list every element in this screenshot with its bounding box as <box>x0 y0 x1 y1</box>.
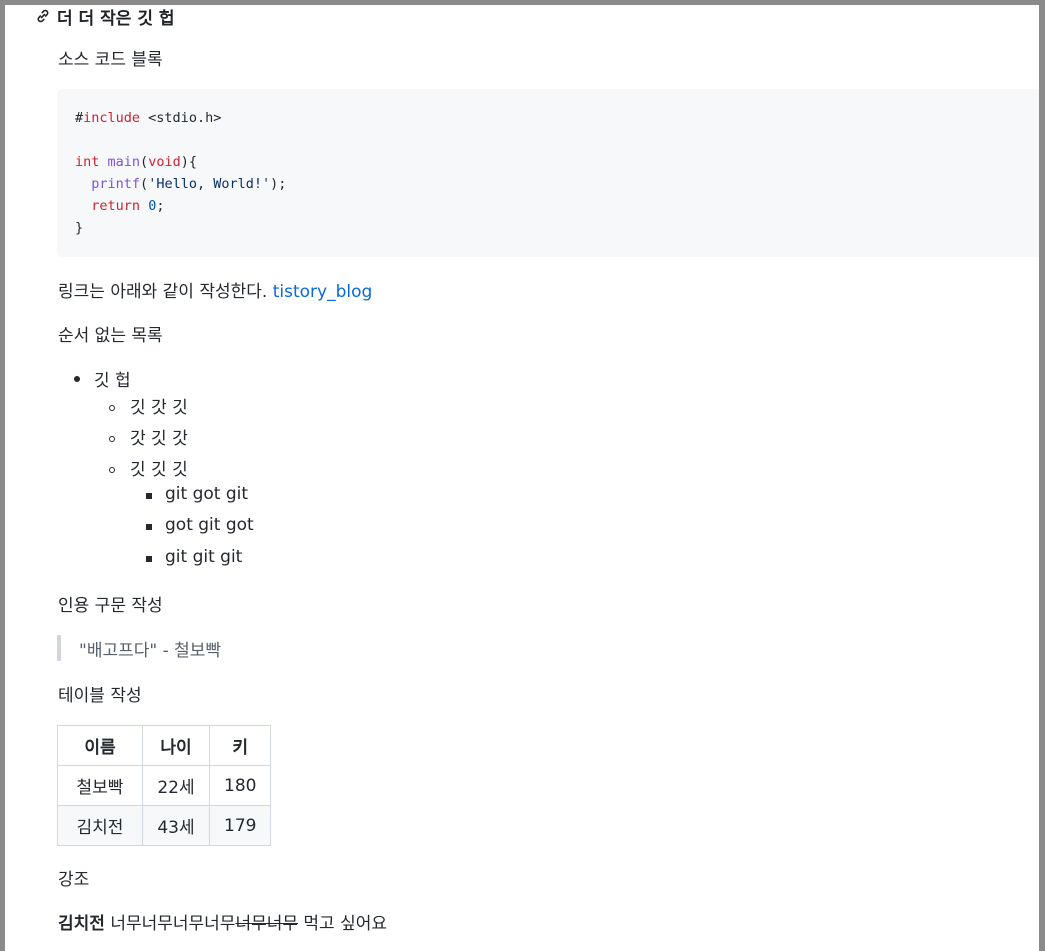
list-item: git got git <box>165 484 249 504</box>
table-row: 김치전 43세 179 <box>57 805 272 846</box>
list-section-title: 순서 없는 목록 <box>58 326 163 346</box>
list-bullet <box>146 556 152 562</box>
list-item: 깃 갓 깃 <box>130 398 188 418</box>
quote-text: "배고프다" - 철보빡 <box>79 640 222 661</box>
code-lines: #include <stdio.h> int main(void){ print… <box>75 107 286 239</box>
table-header-cell: 나이 <box>142 725 210 766</box>
table-cell: 179 <box>208 805 272 846</box>
blockquote: "배고프다" - 철보빡 <box>57 635 221 661</box>
list-bullet <box>146 493 152 499</box>
list-bullet <box>109 467 115 473</box>
list-item: 깃 헙 <box>94 371 131 391</box>
tistory-blog-link[interactable]: tistory_blog <box>273 282 373 302</box>
emphasis-section-title: 강조 <box>58 870 90 890</box>
code-token: ( <box>140 154 149 170</box>
list-bullet <box>109 405 115 411</box>
list-item: 갓 깃 갓 <box>130 429 188 449</box>
section-heading: 더 더 작은 깃 헙 <box>35 5 175 29</box>
table-header-cell: 이름 <box>57 725 143 766</box>
list-bullet <box>74 376 80 382</box>
code-token: # <box>75 110 84 126</box>
code-token: int <box>75 154 100 170</box>
table-row: 철보빡 22세 180 <box>57 765 272 806</box>
code-token: <stdio.h> <box>140 110 222 126</box>
code-token: printf <box>91 176 141 192</box>
code-token: ( <box>140 176 149 192</box>
link-line-text: 링크는 아래와 같이 작성한다. <box>58 282 268 302</box>
list-item: git git git <box>165 547 243 567</box>
code-token: main <box>107 154 141 170</box>
code-token: include <box>83 110 141 126</box>
table-cell: 김치전 <box>57 805 143 846</box>
document-view: 더 더 작은 깃 헙 소스 코드 블록 #include <stdio.h> i… <box>5 5 1045 951</box>
table-header-row: 이름 나이 키 <box>57 725 272 766</box>
table-cell: 43세 <box>142 805 210 846</box>
data-table: 이름 나이 키 철보빡 22세 180 김치전 43세 179 <box>57 725 272 846</box>
table-header-cell: 키 <box>208 725 272 766</box>
emphasis-paragraph: 김치전 너무너무너무너무너무너무 먹고 싶어요 <box>58 909 387 934</box>
code-token: return <box>91 198 141 214</box>
link-icon[interactable] <box>35 8 51 24</box>
heading-text: 더 더 작은 깃 헙 <box>57 8 175 29</box>
code-token: ); <box>270 176 287 192</box>
table-section-title: 테이블 작성 <box>58 686 142 706</box>
tail-text: 먹고 싶어요 <box>298 914 388 934</box>
code-block[interactable]: #include <stdio.h> int main(void){ print… <box>57 89 1045 257</box>
code-token: } <box>75 220 84 236</box>
bold-text: 김치전 <box>58 914 105 934</box>
code-token: 'Hello, World!' <box>148 176 271 192</box>
list-bullet <box>146 524 152 530</box>
list-bullet <box>109 436 115 442</box>
code-section-title: 소스 코드 블록 <box>58 50 163 70</box>
code-token: ; <box>156 198 165 214</box>
code-token: ){ <box>180 154 197 170</box>
table-cell: 22세 <box>142 765 210 806</box>
window-border <box>1039 5 1045 951</box>
list-item: got git got <box>165 515 254 535</box>
link-paragraph: 링크는 아래와 같이 작성한다. tistory_blog <box>58 277 372 302</box>
table-cell: 180 <box>208 765 272 806</box>
code-token: void <box>148 154 181 170</box>
quote-section-title: 인용 구문 작성 <box>58 596 163 616</box>
strikethrough-text: 너무너무 <box>235 914 299 934</box>
list-item: 깃 깃 깃 <box>130 460 188 480</box>
table-cell: 철보빡 <box>57 765 143 806</box>
plain-text: 너무너무너무너무 <box>104 914 236 934</box>
